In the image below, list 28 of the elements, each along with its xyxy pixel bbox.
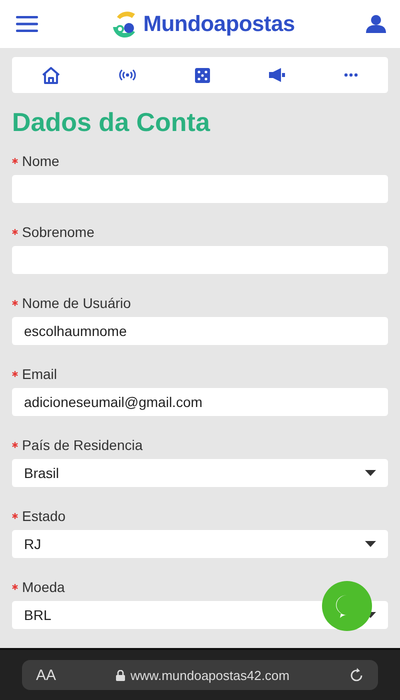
field-label: Nome de Usuário xyxy=(22,295,131,311)
megaphone-icon[interactable] xyxy=(269,68,286,82)
address-bar[interactable]: AA www.mundoapostas42.com xyxy=(22,660,378,690)
caret-icon xyxy=(365,541,376,547)
text-size-button[interactable]: AA xyxy=(36,666,56,684)
input-field[interactable] xyxy=(12,246,388,274)
input-field[interactable]: escolhaumnome xyxy=(12,317,388,345)
broadcast-icon[interactable] xyxy=(118,69,136,81)
lock-icon xyxy=(116,670,125,680)
field-label: Moeda xyxy=(22,579,65,595)
dice-icon[interactable] xyxy=(194,68,210,82)
field-label: Sobrenome xyxy=(22,224,94,240)
select-field[interactable]: Brasil xyxy=(12,459,388,487)
user-icon[interactable] xyxy=(366,15,386,33)
url-text: www.mundoapostas42.com xyxy=(130,668,290,682)
field-label: Nome xyxy=(22,153,60,169)
field-label: Estado xyxy=(22,508,66,524)
menu-icon[interactable] xyxy=(16,16,38,32)
page-title: Dados da Conta xyxy=(12,107,210,138)
more-icon[interactable] xyxy=(344,73,358,77)
field-label: País de Residencia xyxy=(22,437,143,453)
caret-icon xyxy=(365,470,376,476)
input-field[interactable]: adicioneseumail@gmail.com xyxy=(12,388,388,416)
input-field[interactable] xyxy=(12,175,388,203)
home-icon[interactable] xyxy=(42,66,60,84)
select-field[interactable]: RJ xyxy=(12,530,388,558)
reload-icon[interactable] xyxy=(349,668,364,682)
field-label: Email xyxy=(22,366,58,382)
